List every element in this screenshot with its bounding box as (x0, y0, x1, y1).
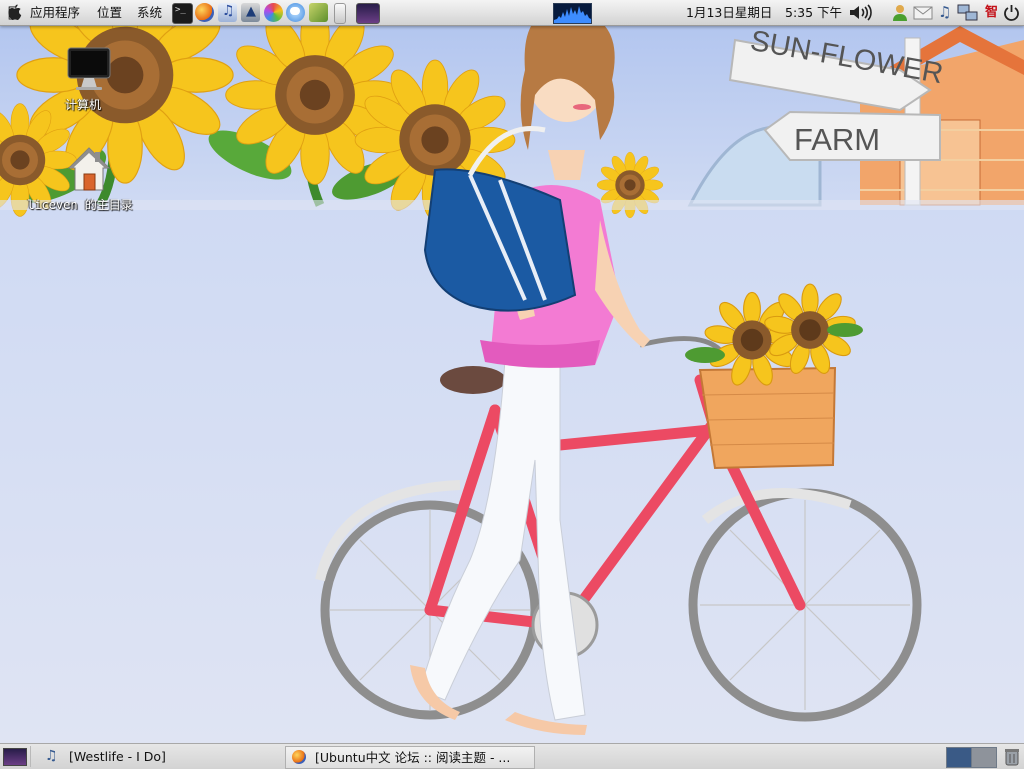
gimp-icon[interactable] (264, 3, 283, 22)
mail-icon[interactable] (913, 4, 933, 21)
home-desktop-icon[interactable] (67, 146, 111, 196)
date-clock[interactable]: 1月13日星期日 (686, 0, 772, 25)
inkscape-icon[interactable]: ▲ (241, 3, 260, 22)
show-desktop-icon[interactable] (3, 748, 27, 766)
wallpaper: SUN-FLOWER FARM (0, 26, 1024, 743)
taskbar-item-music-label: [Westlife - I Do] (69, 749, 166, 764)
menu-applications[interactable]: 应用程序 (30, 0, 80, 25)
system-monitor-graph (554, 6, 591, 23)
menu-places[interactable]: 位置 (97, 0, 122, 25)
wallpaper-icon[interactable] (356, 3, 380, 24)
computer-icon (67, 47, 111, 90)
bottom-panel: ♫ [Westlife - I Do] [Ubuntu中文 论坛 :: 阅读主题… (0, 743, 1024, 769)
taskbar-item-music[interactable]: ♫ [Westlife - I Do] (30, 746, 283, 767)
chat-icon[interactable] (286, 3, 305, 22)
sign-farm-text: FARM (794, 122, 880, 157)
network-icon[interactable] (957, 3, 979, 22)
apple-menu-icon[interactable] (7, 4, 23, 21)
music-tray-icon[interactable]: ♫ (938, 0, 951, 25)
music-player-icon[interactable]: ♫ (218, 3, 237, 22)
workspace-1[interactable] (946, 747, 972, 768)
computer-desktop-label[interactable]: 计算机 (65, 96, 101, 113)
ipod-icon[interactable] (334, 3, 346, 24)
taskbar-item-browser[interactable]: [Ubuntu中文 论坛 :: 阅读主题 - ... (285, 746, 535, 769)
workspace-2[interactable] (971, 747, 997, 768)
ime-indicator[interactable]: 智 (985, 0, 998, 25)
terminal-icon[interactable]: >_ (172, 3, 193, 24)
firefox-icon[interactable] (195, 3, 214, 22)
computer-desktop-icon[interactable] (66, 46, 112, 96)
trash-icon[interactable] (1004, 747, 1020, 766)
user-status-icon[interactable] (891, 3, 909, 22)
top-panel:  应用程序 位置 系统 >_ ♫ ▲ 1月13日星期日 5:35 下午 ♫ (0, 0, 1024, 26)
time-clock[interactable]: 5:35 下午 (785, 0, 842, 25)
home-desktop-label[interactable]: liceven 的主目录 (27, 196, 133, 213)
book-icon[interactable] (309, 3, 328, 22)
power-icon[interactable] (1003, 4, 1020, 21)
taskbar-item-browser-label: [Ubuntu中文 论坛 :: 阅读主题 - ... (315, 750, 511, 765)
volume-icon[interactable] (849, 3, 873, 22)
music-note-icon: ♫ (45, 748, 58, 764)
desktop[interactable]: SUN-FLOWER FARM 计算机 liceven 的主目录 (0, 26, 1024, 743)
system-monitor[interactable] (553, 3, 592, 24)
home-icon (67, 147, 111, 191)
firefox-icon (292, 750, 306, 764)
menu-system[interactable]: 系统 (137, 0, 162, 25)
